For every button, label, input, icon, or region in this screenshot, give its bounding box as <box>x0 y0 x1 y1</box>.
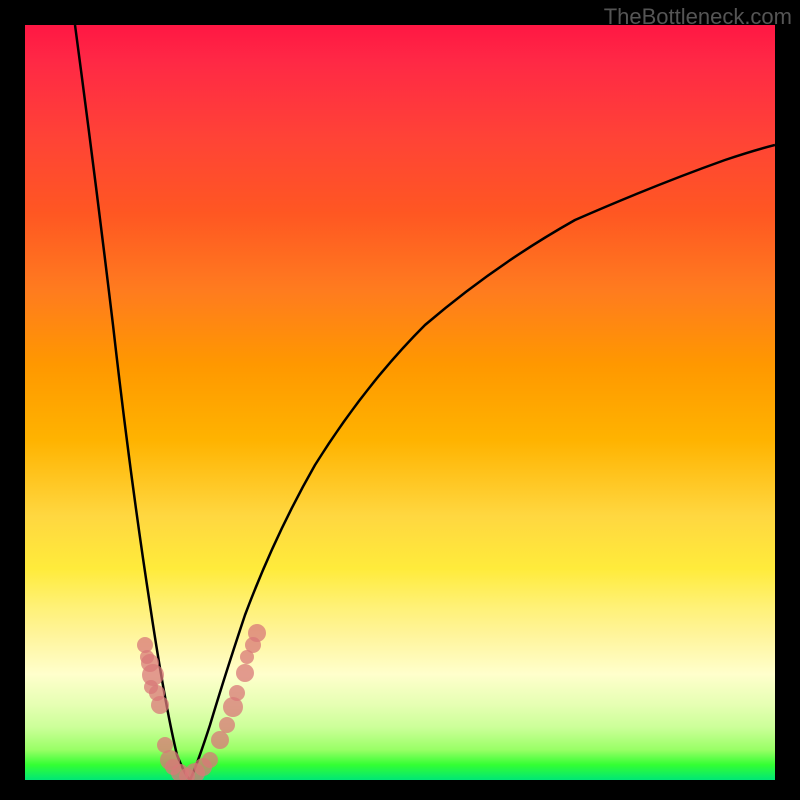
data-point-22 <box>248 624 266 642</box>
curve-left-branch <box>75 25 190 780</box>
data-point-16 <box>219 717 235 733</box>
data-point-14 <box>202 752 218 768</box>
data-point-19 <box>236 664 254 682</box>
curve-right-branch <box>190 145 775 780</box>
data-point-6 <box>151 696 169 714</box>
chart-container <box>25 25 775 780</box>
chart-svg <box>25 25 775 780</box>
data-point-18 <box>229 685 245 701</box>
watermark-text: TheBottleneck.com <box>604 4 792 30</box>
data-point-15 <box>211 731 229 749</box>
